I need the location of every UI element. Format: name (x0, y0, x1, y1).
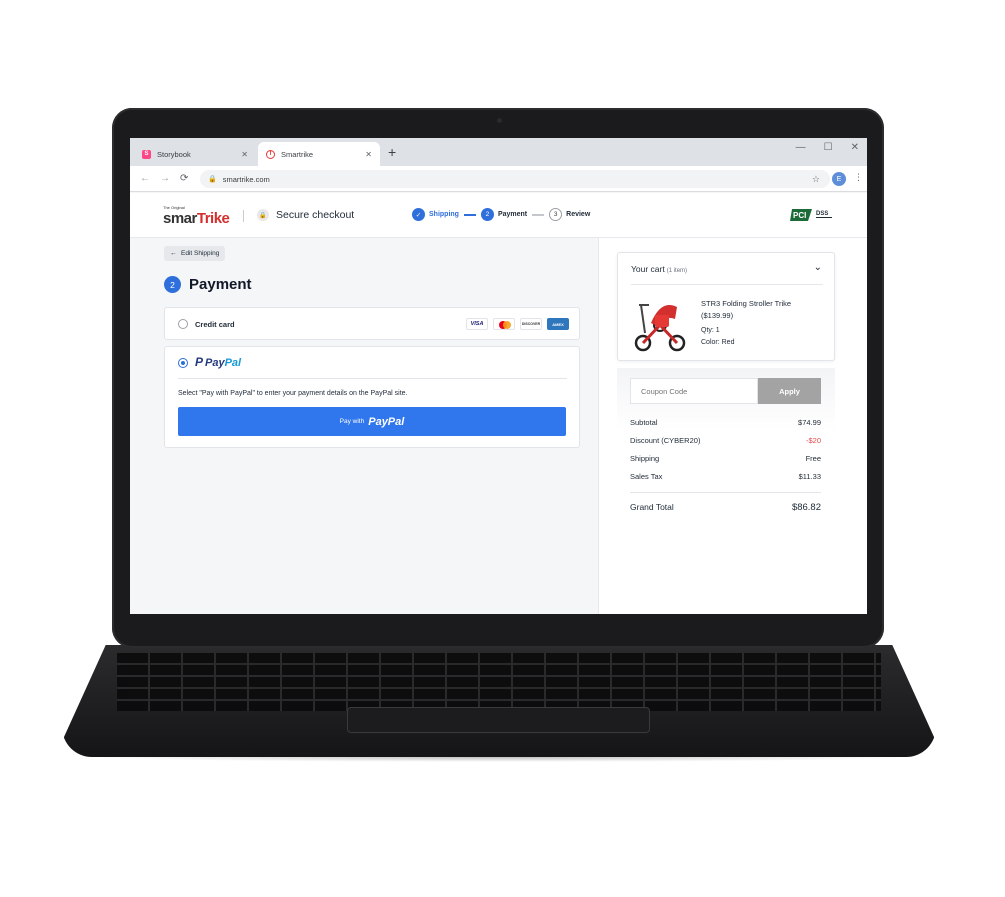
menu-kebab-icon[interactable]: ⋮ (854, 172, 863, 183)
bookmark-star-icon[interactable]: ☆ (812, 174, 820, 185)
paypal-icon: P (195, 355, 204, 369)
payment-section: ← Edit Shipping 2 Payment Credit card VI… (130, 238, 598, 614)
product-image (634, 304, 686, 352)
pci-dss-badge: PCI DSS (790, 209, 832, 221)
arrow-left-icon: ← (170, 250, 177, 257)
header-divider (243, 210, 244, 222)
divider (630, 492, 821, 493)
step-connector (532, 213, 545, 216)
storybook-icon: S (142, 149, 151, 159)
checkmark-icon: ✓ (412, 208, 425, 221)
product-name: STR3 Folding Stroller Trike (701, 299, 792, 308)
tab-storybook[interactable]: S Storybook ✕ (134, 142, 256, 166)
summary-row-subtotal: Subtotal $74.99 (630, 418, 821, 427)
amex-icon: AMEX (547, 318, 569, 330)
step-review: Review (566, 211, 591, 218)
lock-icon: 🔒 (208, 176, 217, 183)
laptop-screen: S Storybook ✕ T Smartrike ✕ + — ☐ ✕ ← → … (130, 138, 867, 614)
url-text: smartrike.com (222, 174, 270, 184)
secure-checkout-label: Secure checkout (276, 209, 355, 221)
edit-shipping-button[interactable]: ← Edit Shipping (164, 246, 226, 261)
mastercard-icon (493, 318, 515, 330)
coupon-input[interactable] (630, 378, 758, 404)
product-price: ($139.99) (701, 311, 734, 320)
cart-panel: Your cart (1 item) ⌄ STR3 Folding Strolle… (617, 252, 835, 361)
credit-card-radio[interactable] (178, 319, 188, 329)
summary-row-total: Grand Total $86.82 (630, 502, 821, 513)
smartrike-icon: T (266, 149, 275, 159)
paypal-button-brand: PayPal (368, 415, 405, 428)
order-summary: Apply Subtotal$74.99 Discount (CYBER20)-… (617, 368, 835, 528)
discover-icon: DISCOVER (520, 318, 542, 330)
webcam (497, 118, 502, 123)
close-window-icon[interactable]: ✕ (851, 142, 859, 153)
paypal-logo: P PayPal (195, 355, 242, 369)
chevron-down-icon[interactable]: ⌄ (814, 262, 822, 273)
product-qty: Qty: 1 (701, 327, 720, 334)
product-color: Color: Red (701, 339, 735, 346)
step-connector (463, 213, 476, 216)
step-number: 2 (480, 208, 494, 221)
order-sidebar: Your cart (1 item) ⌄ STR3 Folding Strolle… (598, 238, 867, 614)
cart-title[interactable]: Your cart (1 item) (631, 264, 687, 274)
paypal-option[interactable]: P PayPal Select "Pay with PayPal" to ente… (164, 346, 580, 448)
keyboard-keys (117, 653, 881, 711)
paypal-description: Select "Pay with PayPal" to enter your p… (178, 390, 408, 397)
divider (178, 378, 567, 379)
step-payment: Payment (497, 211, 528, 218)
svg-text:PCI: PCI (793, 211, 806, 220)
apply-coupon-button[interactable]: Apply (758, 378, 821, 404)
divider (631, 284, 823, 285)
close-icon[interactable]: ✕ (365, 150, 372, 159)
laptop-lid: S Storybook ✕ T Smartrike ✕ + — ☐ ✕ ← → … (112, 108, 884, 648)
browser-tabbar: S Storybook ✕ T Smartrike ✕ + — ☐ ✕ (130, 138, 867, 166)
tab-title: Storybook (157, 149, 191, 159)
step-number: 3 (549, 208, 563, 221)
close-icon[interactable]: ✕ (241, 150, 248, 159)
minimize-icon[interactable]: — (796, 142, 806, 153)
tab-title: Smartrike (281, 149, 314, 159)
summary-row-discount: Discount (CYBER20) -$20 (630, 436, 821, 445)
back-arrow-icon[interactable]: ← (140, 173, 150, 184)
svg-text:DSS: DSS (816, 211, 828, 217)
credit-card-label: Credit card (195, 320, 235, 329)
reload-icon[interactable]: ⟳ (180, 173, 188, 184)
trackpad (347, 707, 650, 733)
lock-icon: 🔒 (257, 209, 269, 221)
summary-row-tax: Sales Tax $11.33 (630, 472, 821, 481)
credit-card-option[interactable]: Credit card VISA DISCOVER AMEX (164, 307, 580, 340)
step-shipping[interactable]: Shipping (429, 211, 459, 218)
logo-wordmark: smarTrike (163, 210, 230, 227)
payment-heading: Payment (189, 276, 252, 293)
forward-arrow-icon[interactable]: → (160, 173, 170, 184)
site-header: The Original smarTrike 🔒 Secure checkout… (130, 193, 867, 238)
browser-toolbar: ← → ⟳ 🔒 smartrike.com ☆ E ⋮ (130, 166, 867, 192)
visa-icon: VISA (466, 318, 488, 330)
url-bar[interactable]: 🔒 smartrike.com ☆ (200, 170, 830, 188)
window-controls: — ☐ ✕ (796, 142, 859, 153)
new-tab-icon[interactable]: + (388, 144, 396, 160)
pay-with-paypal-button[interactable]: Pay with PayPal (178, 407, 566, 436)
card-brand-logos: VISA DISCOVER AMEX (466, 318, 569, 330)
edit-shipping-label: Edit Shipping (181, 250, 220, 257)
smartrike-logo[interactable]: The Original smarTrike (163, 205, 230, 228)
laptop-keyboard-deck (62, 645, 936, 757)
profile-avatar[interactable]: E (832, 172, 846, 186)
maximize-icon[interactable]: ☐ (824, 142, 833, 153)
checkout-steps: ✓ Shipping 2 Payment 3 Review (412, 208, 590, 221)
paypal-radio[interactable] (178, 358, 188, 368)
page-title: 2 Payment (164, 276, 252, 293)
step-number-badge: 2 (164, 276, 181, 293)
paypal-button-prefix: Pay with (339, 418, 365, 425)
summary-row-shipping: Shipping Free (630, 454, 821, 463)
tab-smartrike[interactable]: T Smartrike ✕ (258, 142, 380, 166)
